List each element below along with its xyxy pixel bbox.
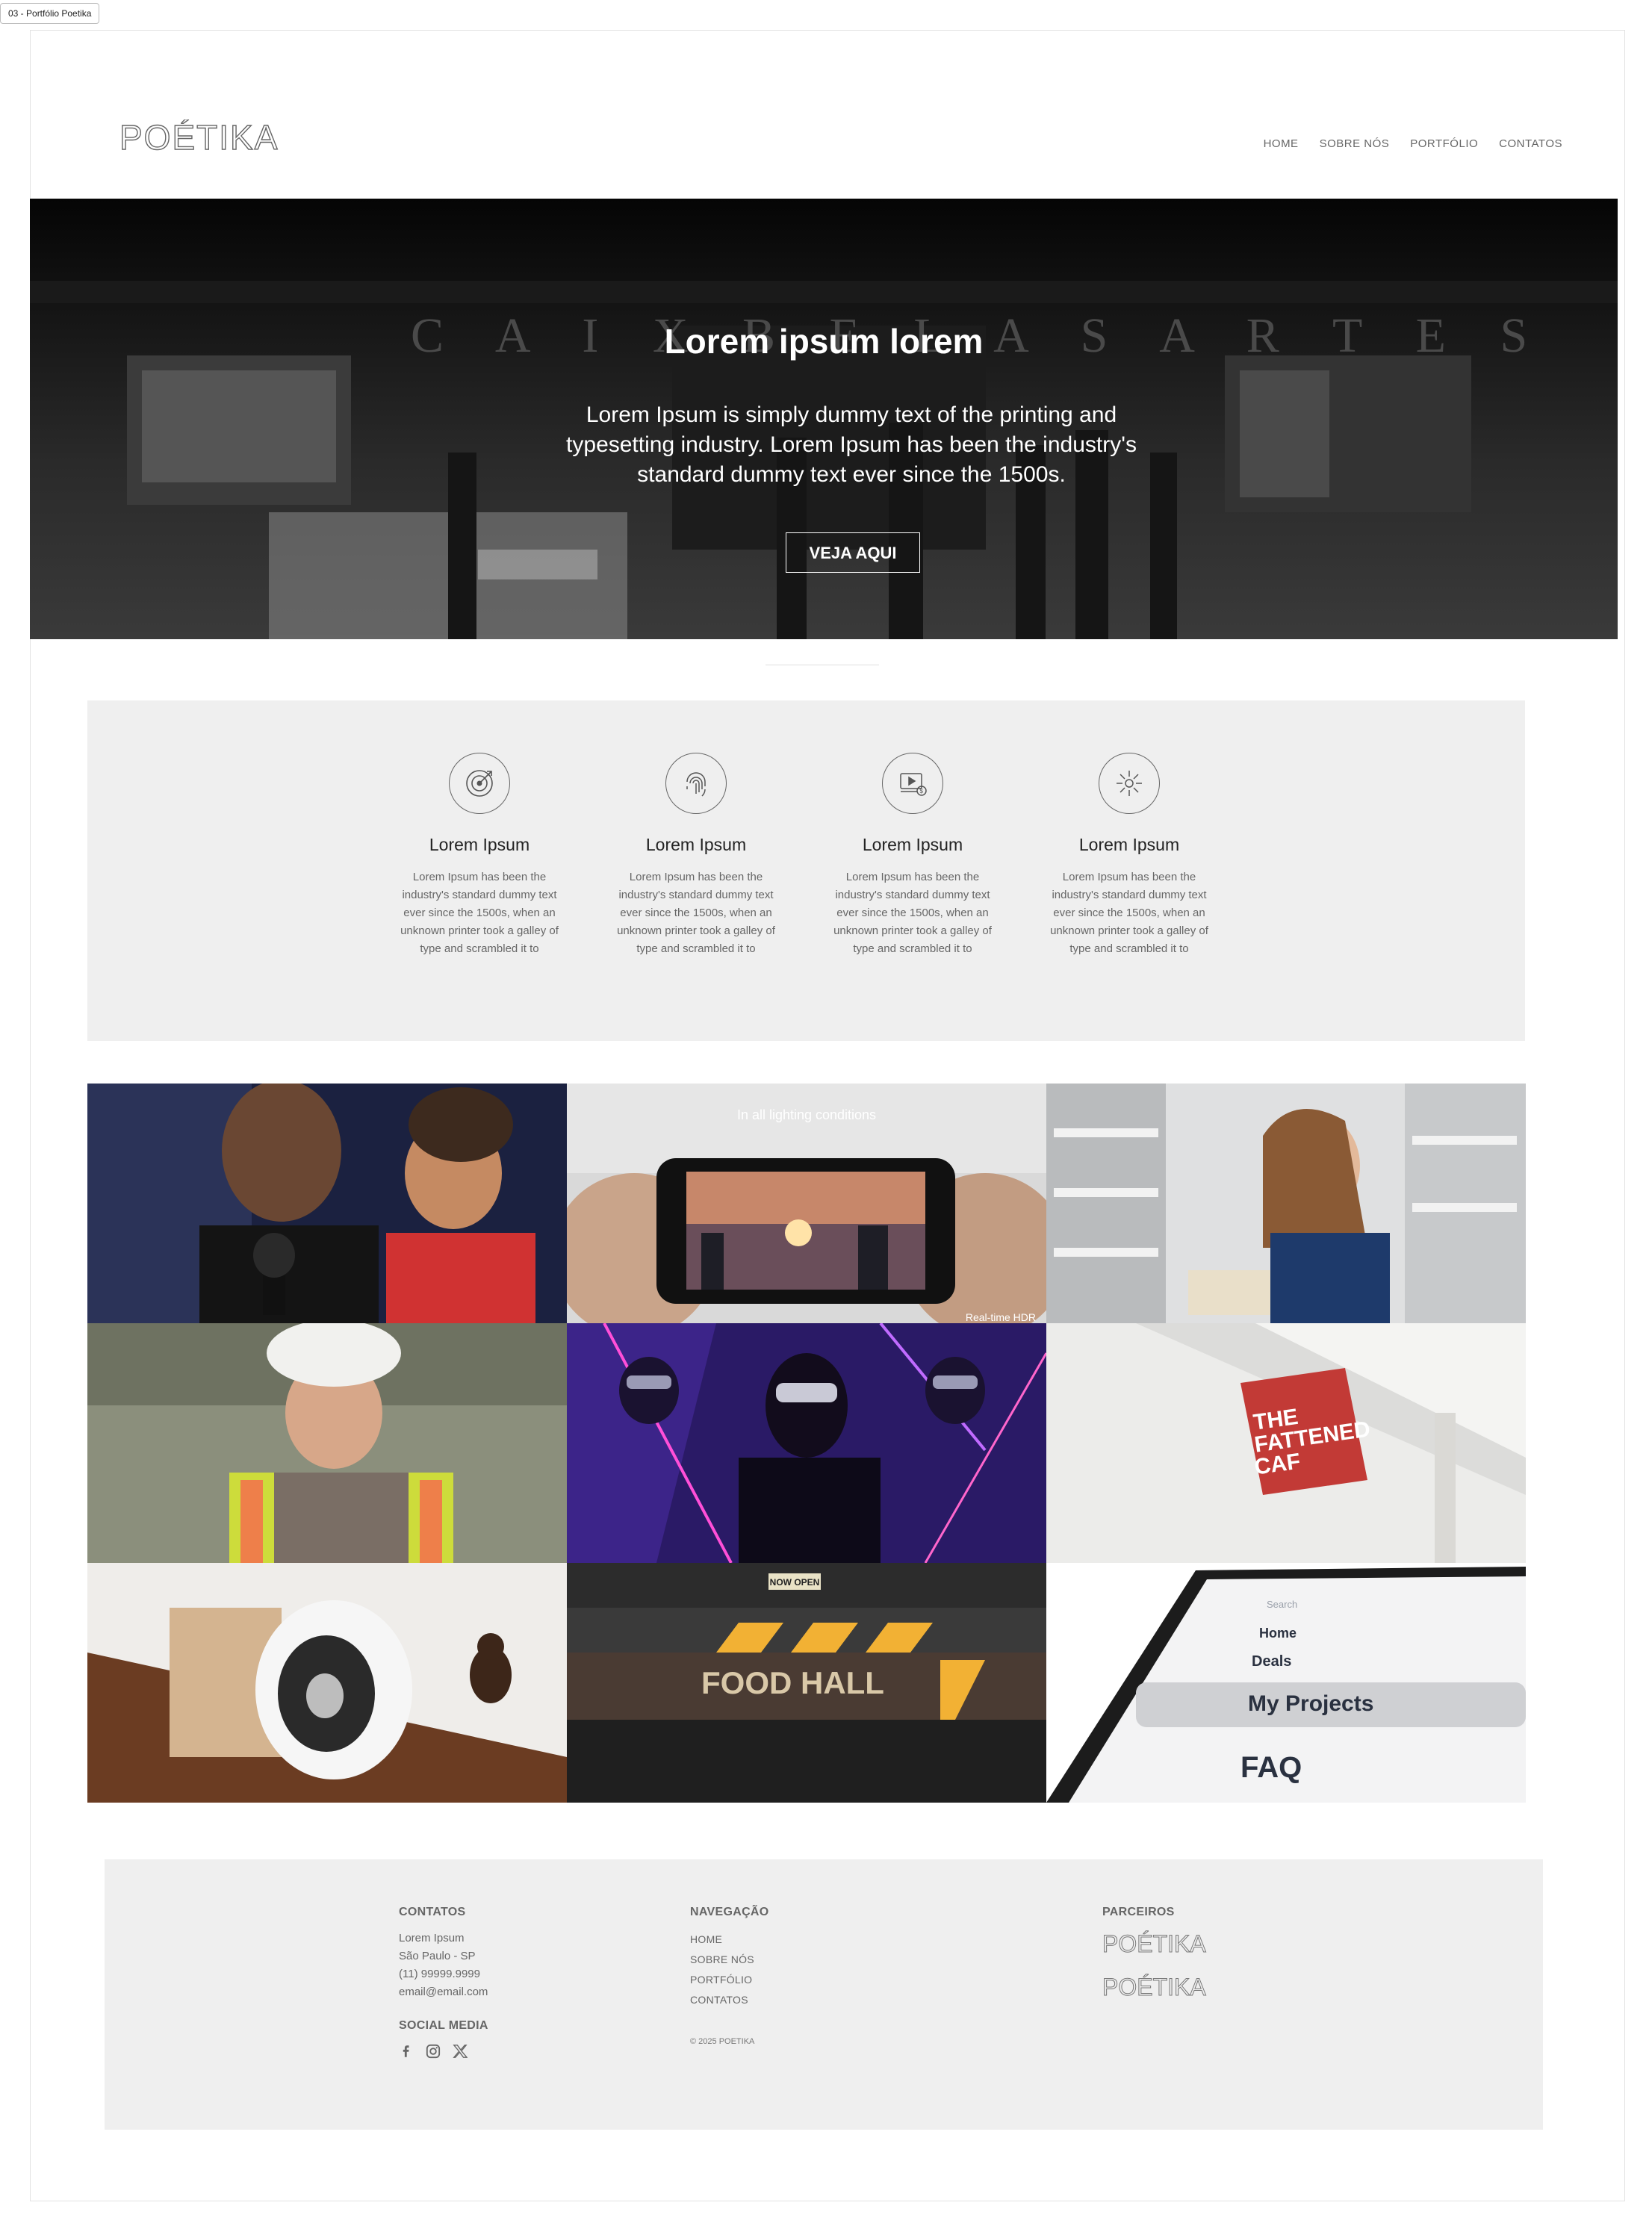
- svg-text:In all lighting conditions: In all lighting conditions: [737, 1107, 876, 1122]
- svg-text:Real-time HDR: Real-time HDR: [966, 1311, 1036, 1323]
- main-nav: HOME SOBRE NÓS PORTFÓLIO CONTATOS: [1264, 137, 1562, 150]
- fingerprint-icon: [665, 753, 727, 814]
- nav-contacts[interactable]: CONTATOS: [1499, 137, 1562, 150]
- gallery-tile-phone[interactable]: In all lighting conditions Real-time HDR: [567, 1084, 1046, 1323]
- photo-neon-glasses: [567, 1323, 1046, 1563]
- svg-text:FAQ: FAQ: [1240, 1751, 1302, 1784]
- feature-title: Lorem Ipsum: [429, 835, 530, 854]
- gallery-tile-neon[interactable]: [567, 1323, 1046, 1563]
- hero-cta-button[interactable]: VEJA AQUI: [786, 532, 920, 573]
- svg-text:Home: Home: [1259, 1626, 1297, 1641]
- contact-name: Lorem Ipsum: [399, 1932, 465, 1944]
- feature-title: Lorem Ipsum: [862, 835, 963, 854]
- footer-nav-contacts[interactable]: CONTATOS: [690, 1990, 769, 2010]
- photo-food-hall: NOW OPEN FOOD HALL: [567, 1563, 1046, 1803]
- contact-email[interactable]: email@email.com: [399, 1983, 488, 2001]
- features-section: Lorem Ipsum Lorem Ipsum has been the ind…: [87, 700, 1525, 1041]
- site-footer: CONTATOS Lorem Ipsum São Paulo - SP (11)…: [105, 1859, 1543, 2130]
- hero-banner: C A I X B E L A S A R T E S Lorem ipsum …: [30, 199, 1618, 639]
- social-links: [399, 2043, 488, 2059]
- frame-label: 03 - Portfólio Poetika: [0, 3, 100, 24]
- idea-burst-icon: [1099, 753, 1160, 814]
- photo-app-menu-tablet: Search Home Deals My Projects FAQ: [1046, 1563, 1526, 1803]
- svg-text:My Projects: My Projects: [1248, 1691, 1373, 1716]
- facebook-icon[interactable]: [399, 2043, 414, 2059]
- hero-description: Lorem Ipsum is simply dummy text of the …: [566, 402, 1137, 487]
- feature-card: Lorem Ipsum Lorem Ipsum has been the ind…: [606, 753, 786, 958]
- photo-construction-worker: [87, 1323, 567, 1563]
- feature-title: Lorem Ipsum: [645, 835, 747, 854]
- svg-text:Search: Search: [1267, 1599, 1297, 1610]
- photo-phone-sunset: In all lighting conditions Real-time HDR: [567, 1084, 1046, 1323]
- partner-logo[interactable]: POÉTIKA: [1102, 1973, 1222, 2001]
- gallery-tile-speaker-device[interactable]: [87, 1563, 567, 1803]
- brand-logo[interactable]: POÉTIKA: [119, 117, 284, 157]
- gallery-tile-speaker[interactable]: [87, 1084, 567, 1323]
- copyright-text: © 2025 POETIKA: [690, 2037, 755, 2046]
- footer-partners: PARCEIROS POÉTIKA POÉTIKA: [1102, 1906, 1222, 2016]
- feature-card: Lorem Ipsum Lorem Ipsum has been the ind…: [1040, 753, 1219, 958]
- feature-card: Lorem Ipsum Lorem Ipsum has been the ind…: [390, 753, 569, 958]
- gallery-tile-app-menu[interactable]: Search Home Deals My Projects FAQ: [1046, 1563, 1526, 1803]
- photo-man-microphone: [87, 1084, 567, 1323]
- nav-portfolio[interactable]: PORTFÓLIO: [1410, 137, 1478, 150]
- partner-logo[interactable]: POÉTIKA: [1102, 1930, 1222, 1958]
- footer-partners-heading: PARCEIROS: [1102, 1906, 1175, 1918]
- feature-text: Lorem Ipsum has been the industry's stan…: [617, 871, 775, 955]
- footer-contacts: CONTATOS Lorem Ipsum São Paulo - SP (11)…: [399, 1906, 488, 2059]
- footer-nav-portfolio[interactable]: PORTFÓLIO: [690, 1970, 769, 1990]
- target-icon: [449, 753, 510, 814]
- gallery-tile-pharmacy[interactable]: [1046, 1084, 1526, 1323]
- footer-nav-home[interactable]: HOME: [690, 1930, 769, 1950]
- footer-navigation: NAVEGAÇÃO HOME SOBRE NÓS PORTFÓLIO CONTA…: [690, 1906, 769, 2046]
- photo-fattened-cafe-sign: THE FATTENED CAF: [1046, 1323, 1526, 1563]
- feature-text: Lorem Ipsum has been the industry's stan…: [1050, 871, 1208, 955]
- gallery-tile-worker[interactable]: [87, 1323, 567, 1563]
- brand-logo-mark: POÉTIKA: [119, 117, 279, 157]
- instagram-icon[interactable]: [426, 2043, 441, 2059]
- svg-text:FOOD HALL: FOOD HALL: [701, 1665, 884, 1700]
- svg-text:POÉTIKA: POÉTIKA: [1102, 1974, 1206, 2000]
- portfolio-gallery: In all lighting conditions Real-time HDR: [87, 1084, 1526, 1803]
- footer-nav-heading: NAVEGAÇÃO: [690, 1906, 769, 1918]
- svg-text:NOW OPEN: NOW OPEN: [770, 1577, 820, 1588]
- video-money-icon: $: [882, 753, 943, 814]
- footer-nav-about[interactable]: SOBRE NÓS: [690, 1950, 769, 1970]
- feature-card: $ Lorem Ipsum Lorem Ipsum has been the i…: [823, 753, 1002, 958]
- x-twitter-icon[interactable]: [453, 2043, 468, 2059]
- contact-city: São Paulo - SP: [399, 1950, 476, 1962]
- photo-woman-pharmacy: [1046, 1084, 1526, 1323]
- footer-social-heading: SOCIAL MEDIA: [399, 2019, 488, 2032]
- feature-text: Lorem Ipsum has been the industry's stan…: [833, 871, 992, 955]
- svg-text:Deals: Deals: [1252, 1653, 1291, 1670]
- hero-title: Lorem ipsum lorem: [664, 322, 984, 361]
- photo-white-speaker: [87, 1563, 567, 1803]
- gallery-tile-food-hall[interactable]: NOW OPEN FOOD HALL: [567, 1563, 1046, 1803]
- feature-text: Lorem Ipsum has been the industry's stan…: [400, 871, 559, 955]
- contact-phone[interactable]: (11) 99999.9999: [399, 1965, 488, 1983]
- svg-text:$: $: [920, 788, 924, 795]
- nav-about[interactable]: SOBRE NÓS: [1320, 137, 1390, 150]
- footer-contacts-heading: CONTATOS: [399, 1906, 466, 1918]
- nav-home[interactable]: HOME: [1264, 137, 1299, 150]
- svg-text:POÉTIKA: POÉTIKA: [1102, 1930, 1206, 1957]
- feature-title: Lorem Ipsum: [1078, 835, 1180, 854]
- gallery-tile-cafe[interactable]: THE FATTENED CAF: [1046, 1323, 1526, 1563]
- svg-text:POÉTIKA: POÉTIKA: [119, 119, 279, 157]
